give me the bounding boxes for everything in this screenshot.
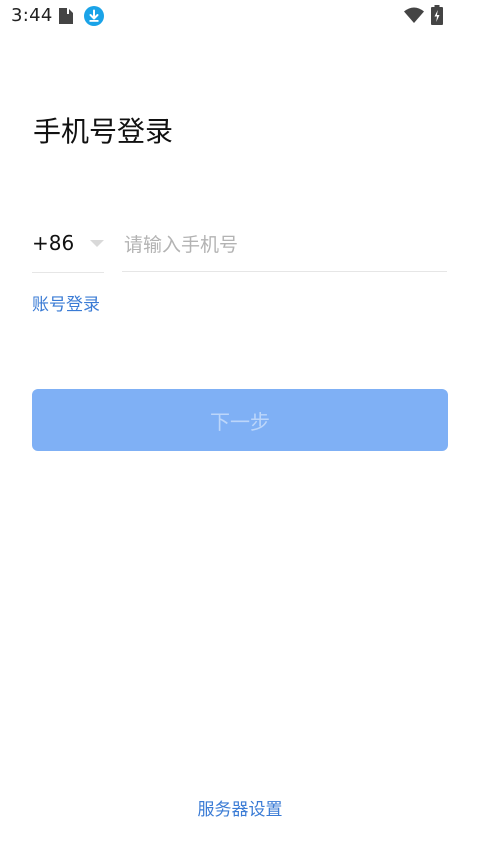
download-icon [84,6,104,26]
status-bar: 3:44 [0,0,480,32]
country-code-select[interactable]: +86 [32,224,104,273]
page-title: 手机号登录 [33,115,174,148]
server-settings-link[interactable]: 服务器设置 [0,795,480,820]
battery-charging-icon [431,5,443,25]
login-screen: 3:44 手机号登录 +86 账号登录 下一步 服务器设置 [0,0,480,853]
sim-card-icon [59,8,73,24]
account-login-link[interactable]: 账号登录 [32,290,100,315]
phone-number-input[interactable] [122,224,447,272]
next-button[interactable]: 下一步 [32,389,448,451]
country-code-value: +86 [32,231,75,255]
chevron-down-icon [90,240,104,247]
wifi-icon [404,7,424,23]
status-time: 3:44 [11,5,53,26]
